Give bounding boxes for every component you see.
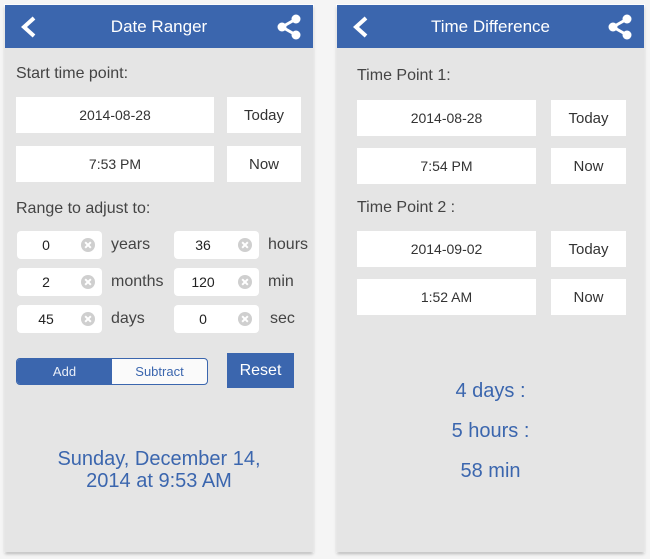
result-line-2: 2014 at 9:53 AM — [86, 470, 232, 492]
mode-segmented-control: Add Subtract — [16, 358, 208, 385]
now-button[interactable]: Now — [227, 146, 301, 182]
range-label: Range to adjust to: — [16, 200, 151, 217]
point1-date-field[interactable]: 2014-08-28 — [357, 100, 536, 136]
start-date-field[interactable]: 2014-08-28 — [16, 97, 214, 133]
result-line-1: Sunday, December 14, — [57, 448, 261, 470]
days-value: 45 — [38, 311, 54, 327]
start-time-field[interactable]: 7:53 PM — [16, 146, 214, 182]
clear-icon[interactable] — [81, 275, 95, 289]
subtract-segment[interactable]: Subtract — [112, 359, 207, 384]
point2-date-field[interactable]: 2014-09-02 — [357, 231, 536, 267]
clear-icon[interactable] — [81, 312, 95, 326]
point2-time-field[interactable]: 1:52 AM — [357, 279, 536, 315]
nav-bar: Time Difference — [337, 5, 644, 48]
nav-bar: Date Ranger — [5, 5, 313, 48]
add-segment[interactable]: Add — [17, 359, 112, 384]
date-ranger-screen: Date Ranger Start time point: 2014-08-28… — [5, 5, 313, 552]
hours-value: 36 — [195, 237, 211, 253]
sec-unit: sec — [270, 310, 295, 327]
months-input[interactable]: 2 — [17, 268, 102, 296]
days-input[interactable]: 45 — [17, 305, 102, 333]
point2-today-button[interactable]: Today — [551, 231, 626, 267]
reset-button[interactable]: Reset — [227, 353, 294, 388]
min-unit: min — [268, 273, 294, 290]
start-time-label: Start time point: — [16, 65, 129, 82]
hours-input[interactable]: 36 — [174, 231, 259, 259]
share-icon[interactable] — [607, 14, 633, 40]
months-value: 2 — [42, 274, 50, 290]
clear-icon[interactable] — [238, 275, 252, 289]
clear-icon[interactable] — [81, 238, 95, 252]
years-unit: years — [111, 236, 151, 253]
page-title: Time Difference — [430, 17, 551, 36]
point1-today-button[interactable]: Today — [551, 100, 626, 136]
min-input[interactable]: 120 — [174, 268, 259, 296]
hours-unit: hours — [268, 236, 309, 253]
share-icon[interactable] — [276, 14, 302, 40]
min-value: 120 — [191, 274, 215, 290]
clear-icon[interactable] — [238, 238, 252, 252]
page-title: Date Ranger — [110, 17, 208, 36]
days-unit: days — [111, 310, 145, 327]
time-difference-screen: Time Difference Time Point 1: 2014-08-28… — [337, 5, 644, 552]
today-button[interactable]: Today — [227, 97, 301, 133]
time-point-1-label: Time Point 1: — [357, 67, 451, 84]
time-point-2-label: Time Point 2 : — [357, 199, 456, 216]
months-unit: months — [111, 273, 164, 290]
result-days: 4 days : — [455, 380, 526, 402]
result-hours: 5 hours : — [451, 420, 530, 442]
result-date: Sunday, December 14, 2014 at 9:53 AM — [5, 448, 313, 492]
point1-time-field[interactable]: 7:54 PM — [357, 148, 536, 184]
years-input[interactable]: 0 — [17, 231, 102, 259]
point2-now-button[interactable]: Now — [551, 279, 626, 315]
clear-icon[interactable] — [238, 312, 252, 326]
sec-input[interactable]: 0 — [174, 305, 259, 333]
sec-value: 0 — [199, 311, 207, 327]
point1-now-button[interactable]: Now — [551, 148, 626, 184]
result-min: 58 min — [460, 460, 521, 482]
years-value: 0 — [42, 237, 50, 253]
